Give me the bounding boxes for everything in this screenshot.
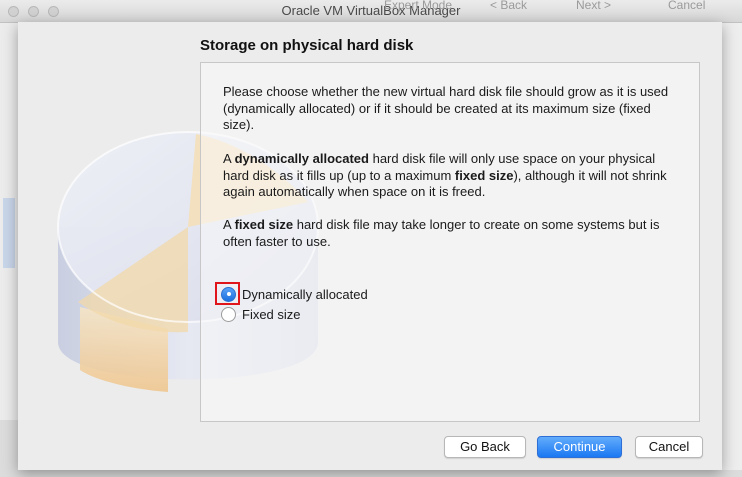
cancel-button[interactable]: Cancel <box>635 436 703 458</box>
go-back-button[interactable]: Go Back <box>444 436 526 458</box>
ghost-cancel: Cancel <box>668 0 706 12</box>
ghost-expert-mode: Expert Mode <box>384 0 453 12</box>
ghost-next: Next > <box>576 0 612 12</box>
window-titlebar: Oracle VM VirtualBox Manager Expert Mode… <box>0 0 742 23</box>
radio-unselected-icon[interactable] <box>221 306 236 322</box>
zoom-window-icon[interactable] <box>48 6 59 17</box>
intro-text: Please choose whether the new virtual ha… <box>223 84 669 132</box>
background-selected-item <box>3 198 15 268</box>
ghost-back: < Back <box>490 0 528 12</box>
fixed-size-label[interactable]: Fixed size <box>242 307 301 322</box>
close-window-icon[interactable] <box>8 6 19 17</box>
fixed-size-option[interactable]: Fixed size <box>221 305 301 323</box>
fixed-description-text: A fixed size hard disk file may take lon… <box>223 217 660 249</box>
minimize-window-icon[interactable] <box>28 6 39 17</box>
dynamically-allocated-option[interactable]: Dynamically allocated <box>221 285 368 303</box>
dynamic-description-text: A dynamically allocated hard disk file w… <box>223 151 667 199</box>
description-panel: Please choose whether the new virtual ha… <box>200 62 700 422</box>
storage-dialog-sheet: Storage on physical hard disk Please cho… <box>18 22 722 470</box>
selection-highlight-box <box>215 282 240 305</box>
background-panel <box>721 0 742 470</box>
continue-button[interactable]: Continue <box>537 436 622 458</box>
page-title: Storage on physical hard disk <box>200 37 414 54</box>
background-sidebar <box>0 0 19 420</box>
dynamically-allocated-label[interactable]: Dynamically allocated <box>242 287 368 302</box>
